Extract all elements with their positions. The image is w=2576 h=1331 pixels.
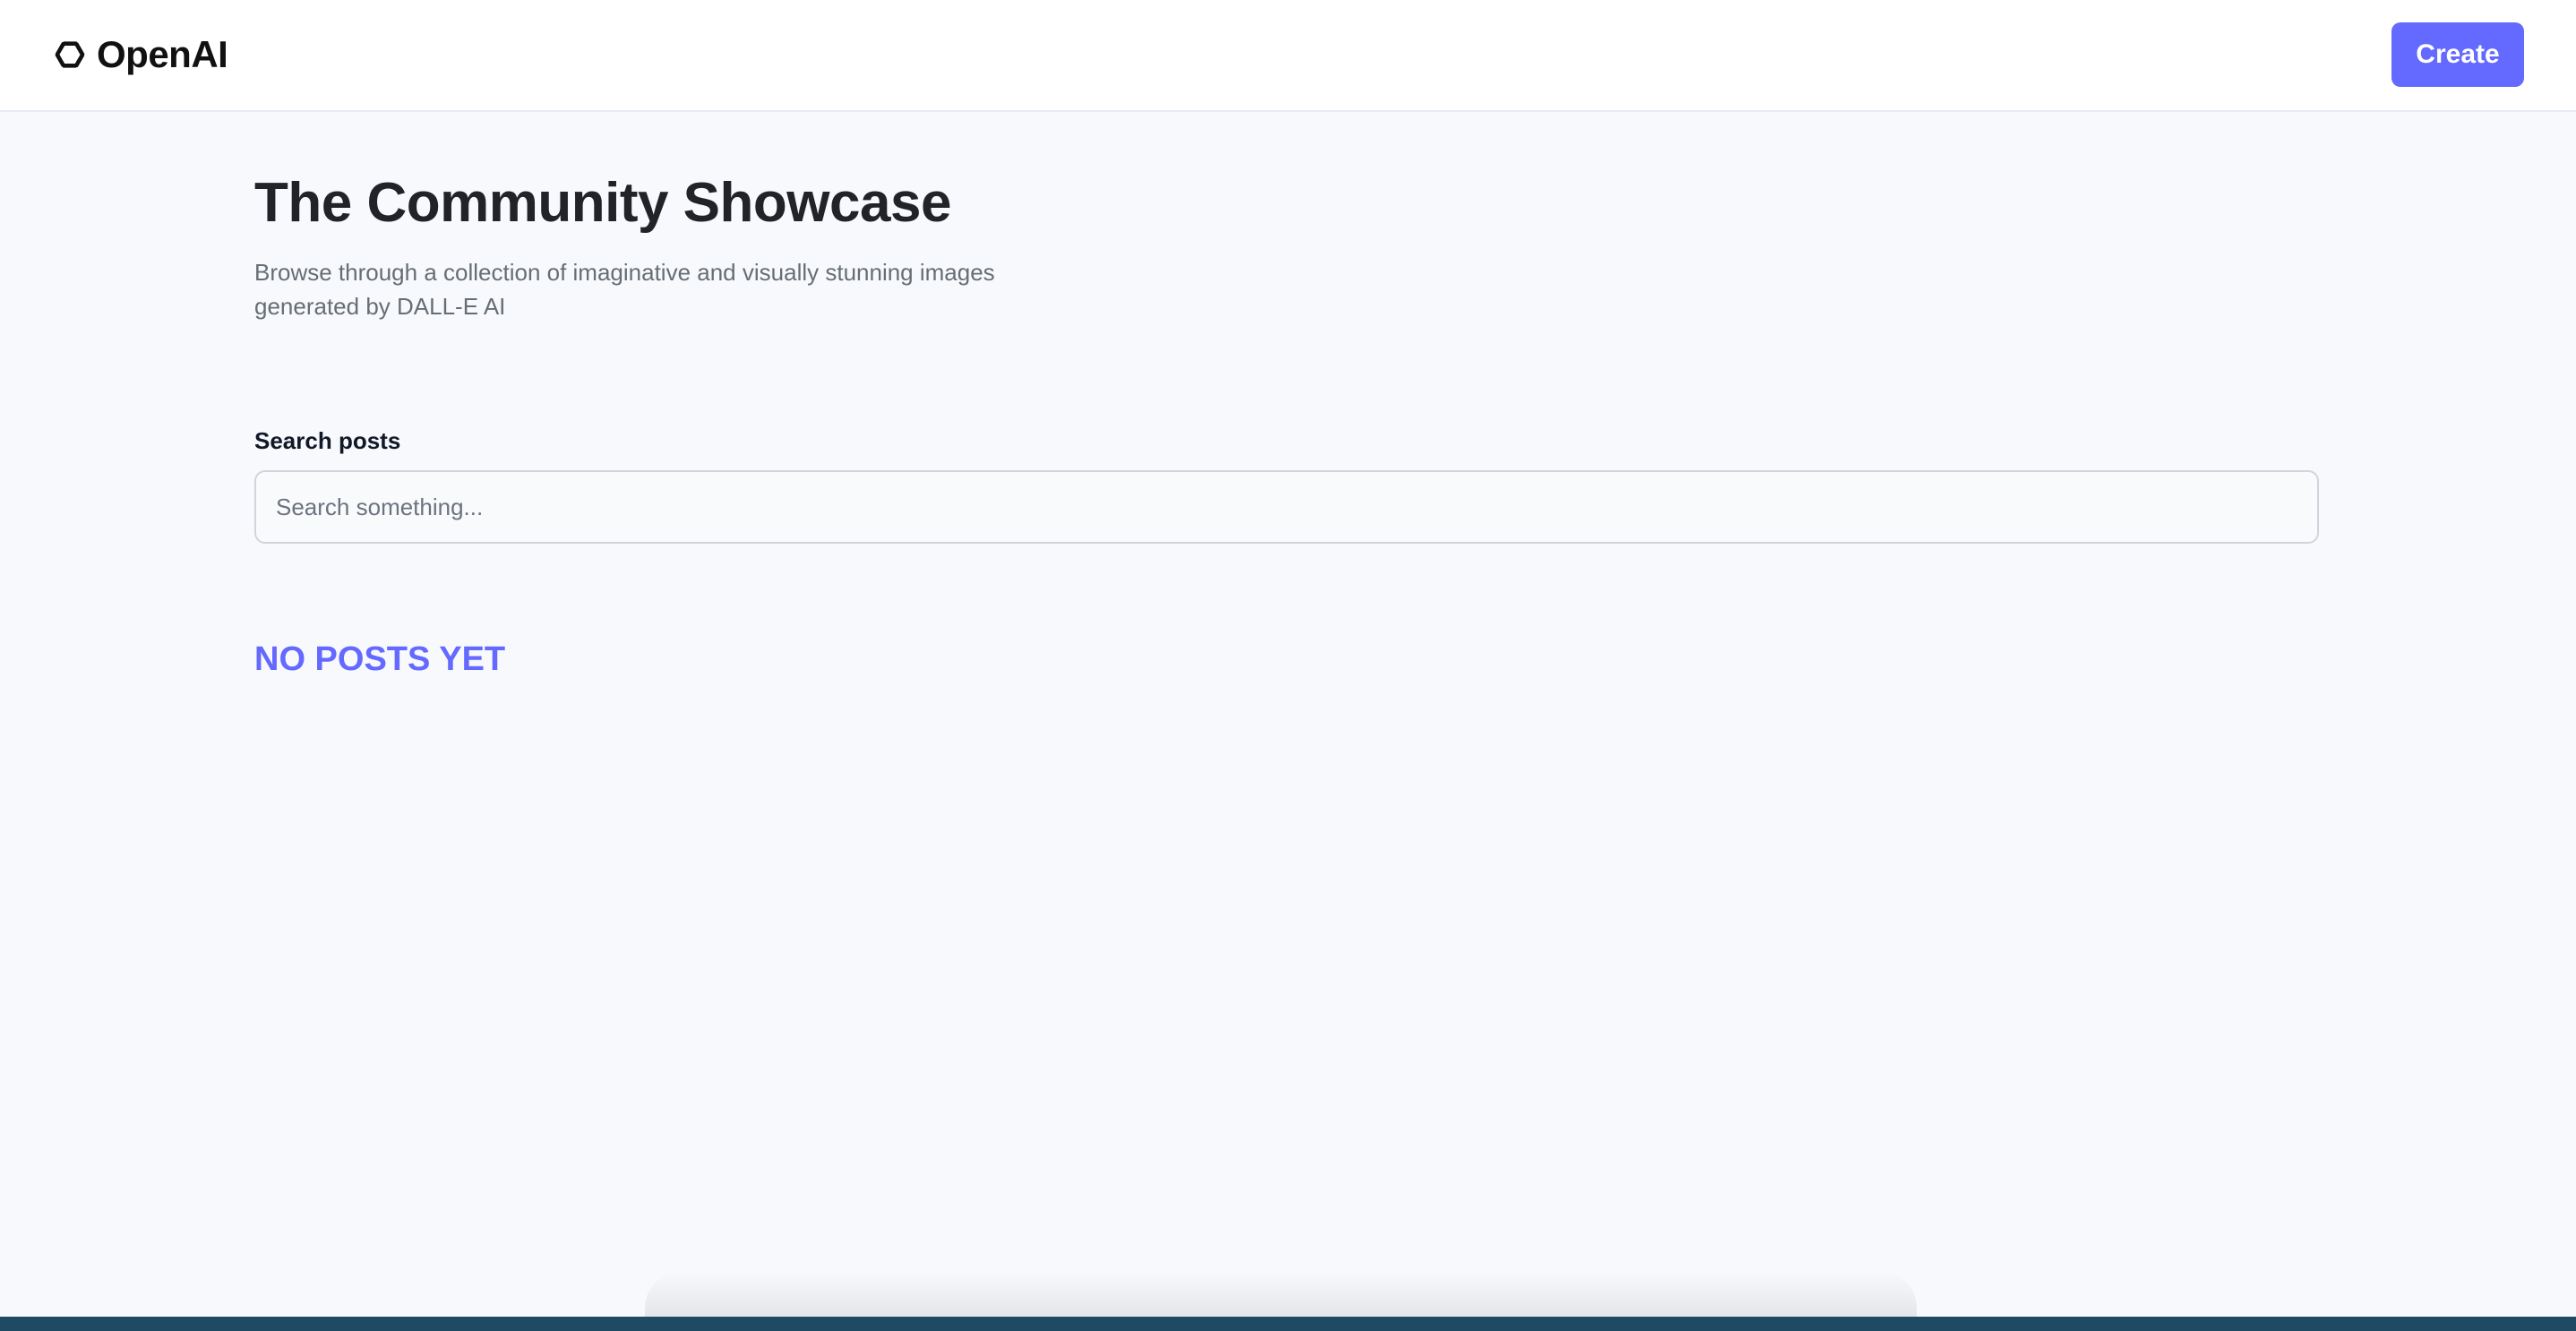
search-input[interactable] <box>254 470 2319 544</box>
window-shadow <box>645 1272 1917 1317</box>
create-button[interactable]: Create <box>2391 22 2524 87</box>
brand-name: OpenAI <box>97 33 228 75</box>
empty-state-message: NO POSTS YET <box>254 640 506 678</box>
openai-logo-icon <box>47 31 93 78</box>
page-subtitle: Browse through a collection of imaginati… <box>254 259 995 320</box>
search-label: Search posts <box>254 427 401 454</box>
page-title: The Community Showcase <box>254 172 951 234</box>
brand-logo[interactable]: OpenAI <box>47 29 228 81</box>
editor-status-bar <box>0 1317 2576 1331</box>
app-header: OpenAI Create <box>0 0 2576 112</box>
